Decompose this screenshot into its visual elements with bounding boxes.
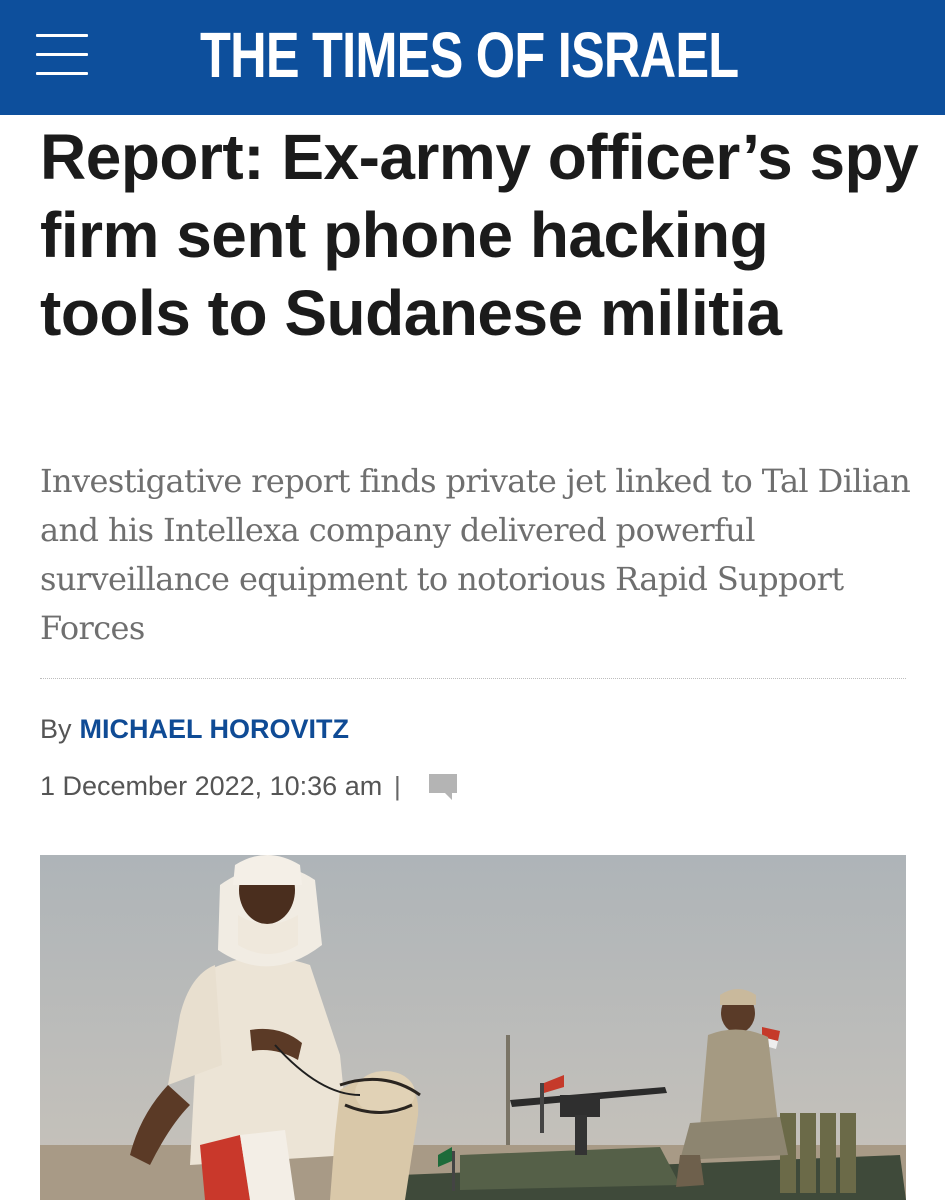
article-headline: Report: Ex-army officer’s spy firm sent … (40, 121, 919, 349)
menu-line (36, 53, 88, 56)
menu-line (36, 72, 88, 75)
hero-image (40, 855, 906, 1200)
author-link[interactable]: MICHAEL HOROVITZ (80, 714, 350, 744)
divider (40, 678, 906, 679)
menu-line (36, 34, 88, 37)
comment-icon-glyph (429, 774, 457, 800)
byline: By MICHAEL HOROVITZ (40, 711, 349, 747)
site-header: THE TIMES OF ISRAEL (0, 0, 945, 115)
site-logo[interactable]: THE TIMES OF ISRAEL (200, 19, 739, 91)
byline-prefix: By (40, 714, 72, 744)
meta-separator: | (394, 771, 401, 801)
publish-date: 1 December 2022, 10:36 am (40, 771, 383, 801)
comment-icon[interactable] (427, 772, 459, 802)
article-subheadline: Investigative report finds private jet l… (40, 462, 911, 647)
hamburger-menu-icon[interactable] (36, 34, 88, 76)
hero-photo (40, 855, 906, 1200)
